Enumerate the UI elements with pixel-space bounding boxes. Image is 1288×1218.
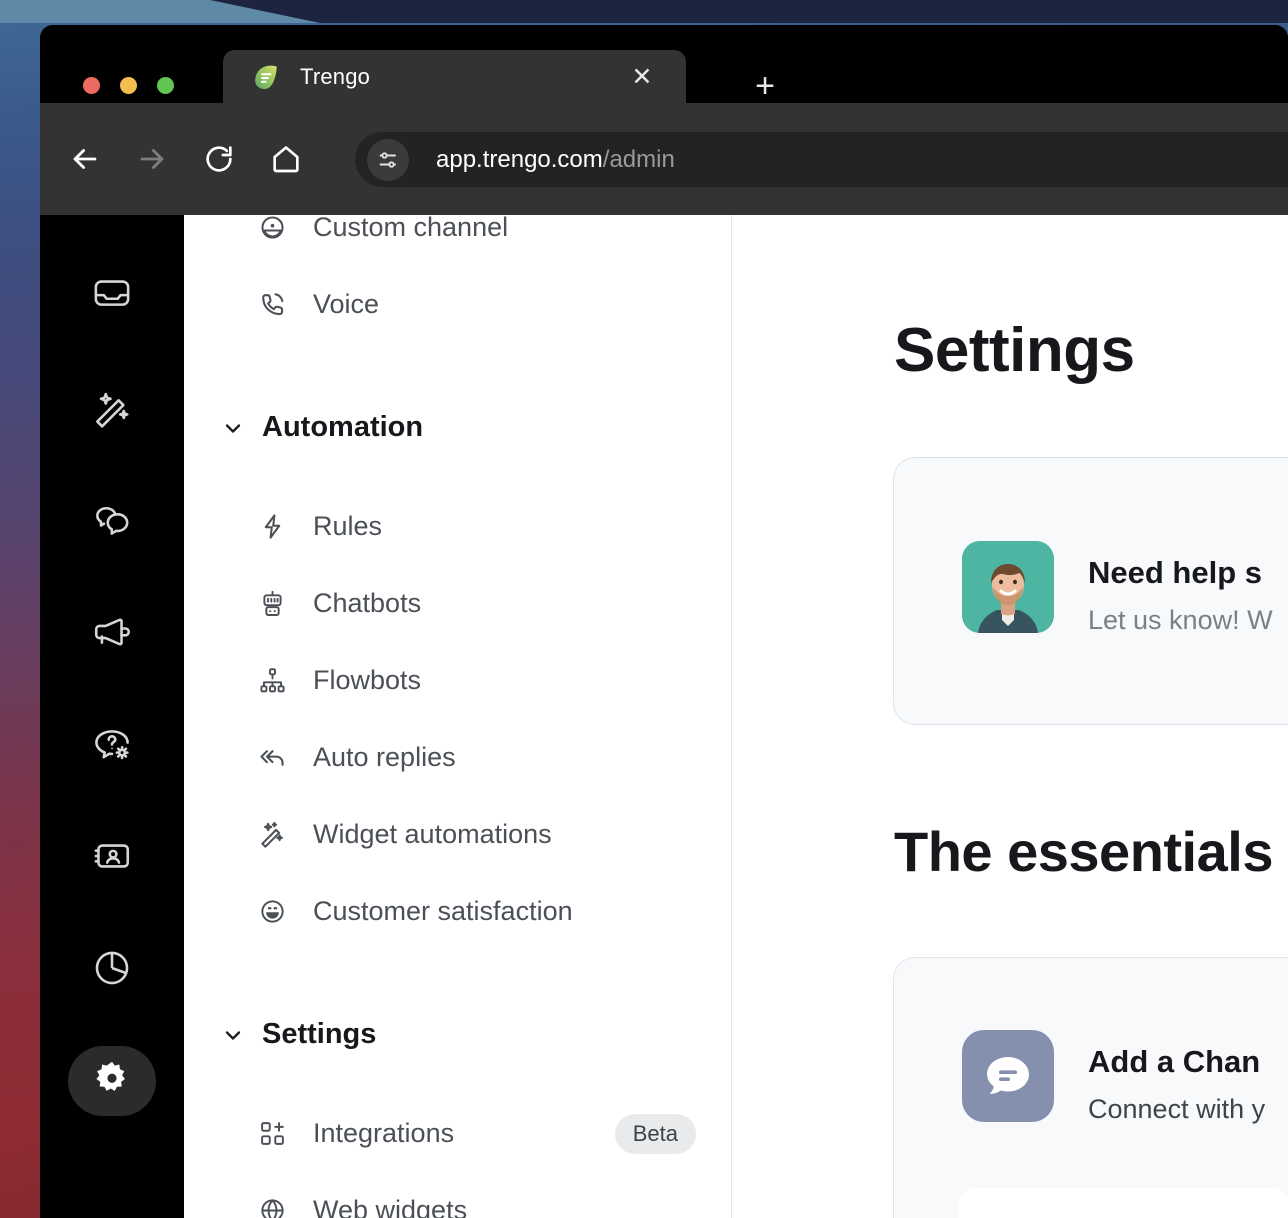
nav-item-web-widgets[interactable]: Web widgets <box>184 1172 731 1218</box>
url-host: app.trengo.com <box>436 145 603 173</box>
chat-bubble-icon <box>962 1030 1054 1122</box>
chat-bubbles-icon <box>90 498 134 547</box>
nav-item-rules[interactable]: Rules <box>184 488 731 565</box>
url-display: app.trengo.com/admin <box>436 146 675 174</box>
app-viewport: Custom channel Voice Automation Rules Ch… <box>40 215 1288 1218</box>
help-card-subtitle: Let us know! W <box>1088 605 1273 635</box>
custom-channel-icon <box>257 215 287 243</box>
nav-group-label: Automation <box>262 411 424 443</box>
phone-icon <box>257 290 287 320</box>
nav-item-label: Web widgets <box>313 1195 468 1218</box>
nav-item-integrations[interactable]: Integrations Beta <box>184 1095 731 1172</box>
maximize-window-button[interactable] <box>157 77 174 94</box>
help-card[interactable]: Need help s Let us know! W <box>893 457 1288 725</box>
pie-chart-icon <box>90 946 134 995</box>
close-icon[interactable]: ✕ <box>631 64 653 89</box>
sidebar-item-contacts[interactable] <box>68 823 156 893</box>
nav-item-auto-replies[interactable]: Auto replies <box>184 719 731 796</box>
magic-wand-icon <box>90 386 134 435</box>
reload-icon[interactable] <box>196 136 242 182</box>
browser-tab-strip: Trengo ✕ + <box>40 25 1288 103</box>
gear-icon <box>90 1057 134 1106</box>
nav-item-label: Rules <box>313 511 383 541</box>
status-badge: Beta <box>614 1113 696 1154</box>
window-controls <box>83 77 174 94</box>
nav-item-label: Integrations <box>313 1118 455 1148</box>
sidebar-item-conversations[interactable] <box>68 487 156 557</box>
settings-nav-list: Custom channel Voice Automation Rules Ch… <box>184 215 731 1218</box>
flowchart-icon <box>257 666 287 696</box>
trengo-leaf-icon <box>252 63 280 91</box>
sidebar-item-settings[interactable] <box>68 1046 156 1116</box>
settings-nav-panel: Custom channel Voice Automation Rules Ch… <box>184 215 732 1218</box>
sidebar-item-reporting[interactable] <box>68 935 156 1005</box>
close-window-button[interactable] <box>83 77 100 94</box>
nav-item-label: Customer satisfaction <box>313 896 573 926</box>
sidebar-item-help-center[interactable] <box>68 711 156 781</box>
nav-group-settings[interactable]: Settings <box>184 996 731 1073</box>
nav-item-voice[interactable]: Voice <box>184 266 731 343</box>
sidebar-item-broadcasting[interactable] <box>68 599 156 669</box>
sidebar-item-ai[interactable] <box>68 375 156 445</box>
robot-icon <box>257 589 287 619</box>
nav-item-label: Chatbots <box>313 588 422 618</box>
nav-item-widget-automations[interactable]: Widget automations <box>184 796 731 873</box>
help-card-title: Need help s <box>1088 555 1262 590</box>
new-tab-button[interactable]: + <box>747 69 783 105</box>
globe-icon <box>257 1196 287 1218</box>
essentials-card[interactable]: Add a Chan Connect with y WhatsApp <box>893 957 1288 1218</box>
nav-item-label: Auto replies <box>313 742 456 772</box>
nav-group-label: Settings <box>262 1018 377 1050</box>
nav-item-label: Voice <box>313 289 380 319</box>
lightning-icon <box>257 512 287 542</box>
inbox-icon <box>90 272 134 321</box>
reply-all-icon <box>257 743 287 773</box>
magic-wand-icon <box>257 820 287 850</box>
site-settings-icon[interactable] <box>367 138 409 181</box>
arrow-left-icon[interactable] <box>62 136 108 182</box>
nav-item-label: Custom channel <box>313 215 509 242</box>
tab-title: Trengo <box>300 63 371 89</box>
nav-item-label: Flowbots <box>313 665 422 695</box>
app-sidebar-rail <box>40 215 184 1218</box>
chevron-down-icon <box>220 1022 246 1048</box>
settings-main-content: Settings Need help s Let us know! W The … <box>732 215 1288 1218</box>
essentials-card-subtitle: Connect with y <box>1088 1094 1266 1124</box>
contact-card-icon <box>90 834 134 883</box>
nav-item-custom-channel[interactable]: Custom channel <box>184 215 731 266</box>
essentials-card-title: Add a Chan <box>1088 1044 1261 1079</box>
sidebar-item-inbox[interactable] <box>68 261 156 331</box>
arrow-right-icon[interactable] <box>129 136 175 182</box>
browser-toolbar: app.trengo.com/admin <box>40 103 1288 215</box>
nav-group-automation[interactable]: Automation <box>184 389 731 466</box>
address-bar[interactable]: app.trengo.com/admin <box>355 132 1288 187</box>
megaphone-icon <box>90 610 134 659</box>
home-icon[interactable] <box>263 136 309 182</box>
nav-item-chatbots[interactable]: Chatbots <box>184 565 731 642</box>
section-title: The essentials <box>894 820 1273 883</box>
minimize-window-button[interactable] <box>120 77 137 94</box>
nav-item-flowbots[interactable]: Flowbots <box>184 642 731 719</box>
help-gear-icon <box>90 722 134 771</box>
browser-window: Trengo ✕ + app.trengo.com/admin Custom c… <box>40 25 1288 1218</box>
nav-item-customer-satisfaction[interactable]: Customer satisfaction <box>184 873 731 950</box>
nav-item-label: Widget automations <box>313 819 552 849</box>
channel-tile-whatsapp[interactable]: WhatsApp <box>959 1188 1288 1218</box>
smiley-icon <box>257 897 287 927</box>
grid-plus-icon <box>257 1119 287 1149</box>
url-path: /admin <box>602 145 675 173</box>
chevron-down-icon <box>220 415 246 441</box>
browser-tab[interactable]: Trengo ✕ <box>223 50 686 103</box>
agent-avatar <box>962 541 1054 633</box>
page-title: Settings <box>894 316 1135 385</box>
